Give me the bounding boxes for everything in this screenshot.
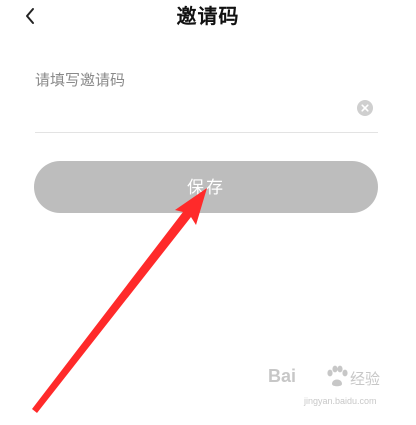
- nav-bar: 邀请码: [0, 0, 416, 34]
- invite-code-field-row: [35, 92, 378, 133]
- save-button[interactable]: 保存: [34, 161, 378, 213]
- watermark-name: 经验: [350, 370, 381, 388]
- paw-logo-icon: [324, 364, 350, 388]
- invite-code-input[interactable]: [35, 96, 340, 126]
- page-title: 邀请码: [176, 4, 240, 28]
- watermark-brand: Bai: [268, 366, 297, 386]
- watermark-url: jingyan.baidu.com: [304, 396, 377, 406]
- invite-code-screen: 邀请码 请填写邀请码 保存 Bai 经验 jingyan.baidu.com: [0, 0, 416, 425]
- invite-code-label: 请填写邀请码: [35, 71, 126, 89]
- watermark: Bai 经验 jingyan.baidu.com: [268, 364, 414, 422]
- clear-circle-icon[interactable]: [357, 100, 373, 116]
